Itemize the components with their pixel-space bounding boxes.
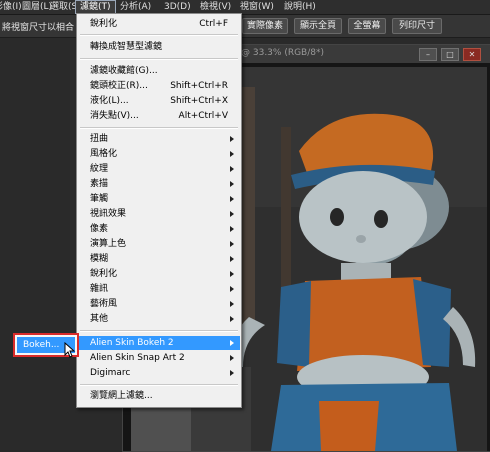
menu-item-label: 轉換成智慧型濾鏡 <box>90 42 163 52</box>
menu-item-label: 扭曲 <box>90 134 109 144</box>
menu-item-label: 筆觸 <box>90 194 109 204</box>
menu-separator <box>80 330 238 332</box>
menu-item-stylize[interactable]: 風格化 <box>78 147 240 161</box>
menu-item-label: 濾鏡收藏館(G)... <box>90 66 158 76</box>
submenu-arrow-icon <box>230 340 234 346</box>
menu-item-label: Digimarc <box>90 368 131 378</box>
menu-item-label: Alien Skin Bokeh 2 <box>90 338 174 348</box>
menu-item-sketch[interactable]: 素描 <box>78 177 240 191</box>
menu-item-label: 演算上色 <box>90 239 127 249</box>
fit-screen-button[interactable]: 顯示全頁 <box>294 18 342 34</box>
submenu-arrow-icon <box>230 166 234 172</box>
menu-item-convert-smart-filter[interactable]: 轉換成智慧型濾鏡 <box>78 40 240 54</box>
menu-item-label: 瀏覽網上濾鏡... <box>90 391 153 401</box>
menu-item-browse-filters-online[interactable]: 瀏覽網上濾鏡... <box>78 389 240 403</box>
menu-bar: 影像(I) 圖層(L) 選取(S) 濾鏡(T) 分析(A) 3D(D) 檢視(V… <box>0 0 490 15</box>
menu-item-last-filter[interactable]: 銳利化 Ctrl+F <box>78 17 240 31</box>
menu-item-lens-correction[interactable]: 鏡頭校正(R)... Shift+Ctrl+R <box>78 79 240 93</box>
menu-item-video[interactable]: 視訊效果 <box>78 207 240 221</box>
menu-item-label: 鏡頭校正(R)... <box>90 81 148 91</box>
mouse-pointer-icon <box>64 342 76 358</box>
menu-3d[interactable]: 3D(D) <box>164 1 191 13</box>
menu-item-distort[interactable]: 扭曲 <box>78 132 240 146</box>
menu-item-liquify[interactable]: 液化(L)... Shift+Ctrl+X <box>78 94 240 108</box>
fit-window-label: 將視窗尺寸以相合 <box>2 23 75 33</box>
menu-item-shortcut: Ctrl+F <box>199 19 228 29</box>
submenu-arrow-icon <box>230 181 234 187</box>
document-title: @ 33.3% (RGB/8*) <box>241 48 324 58</box>
menu-help[interactable]: 說明(H) <box>284 1 316 13</box>
menu-item-render[interactable]: 演算上色 <box>78 237 240 251</box>
print-size-button[interactable]: 列印尺寸 <box>392 18 442 34</box>
submenu-arrow-icon <box>230 256 234 262</box>
filter-menu: 銳利化 Ctrl+F 轉換成智慧型濾鏡 濾鏡收藏館(G)... 鏡頭校正(R).… <box>76 13 242 408</box>
menu-item-label: 風格化 <box>90 149 118 159</box>
submenu-arrow-icon <box>230 211 234 217</box>
menu-separator <box>80 384 238 386</box>
submenu-arrow-icon <box>230 271 234 277</box>
menu-item-shortcut: Alt+Ctrl+V <box>178 111 228 121</box>
submenu-arrow-icon <box>230 316 234 322</box>
menu-item-vanishing-point[interactable]: 消失點(V)... Alt+Ctrl+V <box>78 109 240 123</box>
menu-image[interactable]: 影像(I) <box>0 1 22 13</box>
fill-screen-button[interactable]: 全螢幕 <box>348 18 386 34</box>
menu-item-label: 銳利化 <box>90 19 118 29</box>
menu-separator <box>80 127 238 129</box>
close-icon[interactable]: ✕ <box>463 48 481 61</box>
menu-item-shortcut: Shift+Ctrl+R <box>170 81 228 91</box>
menu-item-label: Alien Skin Snap Art 2 <box>90 353 185 363</box>
menu-separator <box>80 34 238 36</box>
menu-item-texture[interactable]: 紋理 <box>78 162 240 176</box>
menu-item-blur[interactable]: 模糊 <box>78 252 240 266</box>
menu-analysis[interactable]: 分析(A) <box>120 1 151 13</box>
menu-item-shortcut: Shift+Ctrl+X <box>170 96 228 106</box>
maximize-icon[interactable]: □ <box>441 48 459 61</box>
menu-item-label: 銳利化 <box>90 269 118 279</box>
submenu-arrow-icon <box>230 355 234 361</box>
menu-item-label: 消失點(V)... <box>90 111 139 121</box>
menu-item-brush-strokes[interactable]: 筆觸 <box>78 192 240 206</box>
submenu-arrow-icon <box>230 286 234 292</box>
menu-item-alien-skin-bokeh[interactable]: Alien Skin Bokeh 2 <box>78 336 240 350</box>
menu-view[interactable]: 檢視(V) <box>200 1 231 13</box>
menu-layer[interactable]: 圖層(L) <box>22 1 52 13</box>
menu-window[interactable]: 視窗(W) <box>240 1 274 13</box>
minimize-icon[interactable]: – <box>419 48 437 61</box>
submenu-arrow-icon <box>230 136 234 142</box>
menu-item-alien-skin-snap-art[interactable]: Alien Skin Snap Art 2 <box>78 351 240 365</box>
submenu-arrow-icon <box>230 301 234 307</box>
menu-item-sharpen[interactable]: 銳利化 <box>78 267 240 281</box>
menu-item-label: 紋理 <box>90 164 109 174</box>
menu-item-label: 其他 <box>90 314 109 324</box>
submenu-arrow-icon <box>230 151 234 157</box>
menu-item-label: 視訊效果 <box>90 209 127 219</box>
menu-item-label: 模糊 <box>90 254 109 264</box>
submenu-arrow-icon <box>230 241 234 247</box>
menu-item-label: 藝術風 <box>90 299 118 309</box>
menu-item-label: 液化(L)... <box>90 96 129 106</box>
menu-item-artistic[interactable]: 藝術風 <box>78 297 240 311</box>
menu-item-label: 雜訊 <box>90 284 109 294</box>
menu-item-filter-gallery[interactable]: 濾鏡收藏館(G)... <box>78 64 240 78</box>
menu-item-label: 素描 <box>90 179 109 189</box>
submenu-arrow-icon <box>230 226 234 232</box>
menu-item-other[interactable]: 其他 <box>78 312 240 326</box>
menu-filter[interactable]: 濾鏡(T) <box>75 0 116 14</box>
actual-pixels-button[interactable]: 實際像素 <box>242 18 288 34</box>
submenu-arrow-icon <box>230 370 234 376</box>
menu-item-digimarc[interactable]: Digimarc <box>78 366 240 380</box>
menu-item-noise[interactable]: 雜訊 <box>78 282 240 296</box>
menu-separator <box>80 58 238 60</box>
menu-item-label: 像素 <box>90 224 109 234</box>
options-bar: 將視窗尺寸以相合 實際像素 顯示全頁 全螢幕 列印尺寸 <box>0 15 490 38</box>
menu-item-pixelate[interactable]: 像素 <box>78 222 240 236</box>
submenu-arrow-icon <box>230 196 234 202</box>
